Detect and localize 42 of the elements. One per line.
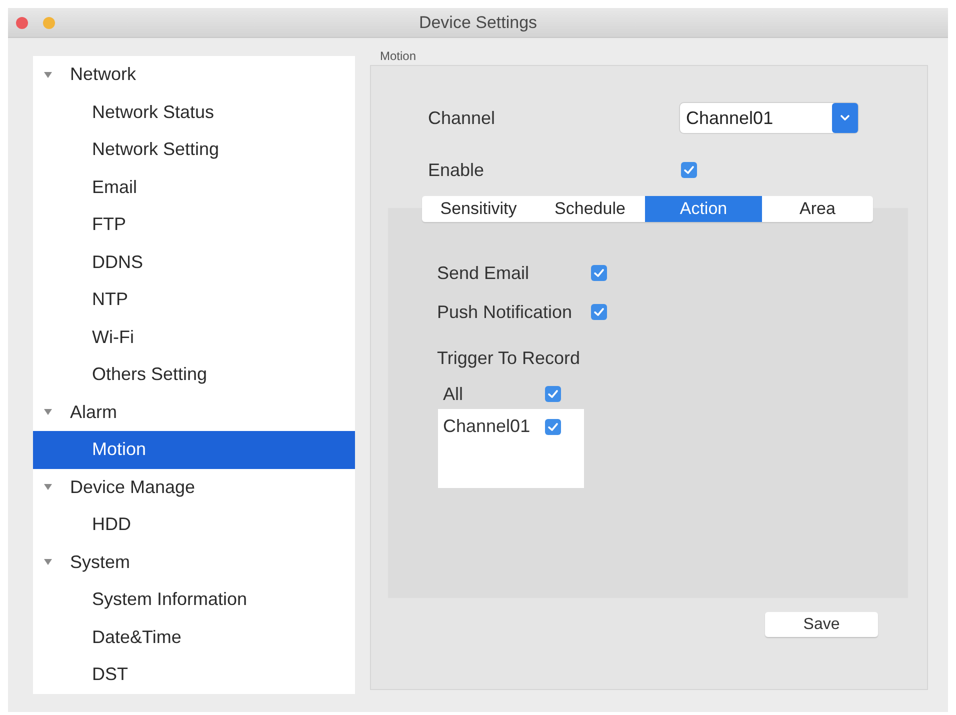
checkbox[interactable]	[545, 386, 561, 402]
tab[interactable]: Area	[762, 196, 873, 222]
tree-item[interactable]: FTP	[33, 206, 355, 244]
tree-item[interactable]: System	[33, 544, 355, 581]
close-icon[interactable]	[16, 16, 28, 28]
checkbox[interactable]	[681, 162, 697, 178]
disclosure-triangle-icon[interactable]	[44, 558, 52, 566]
tree-item[interactable]: Device Manage	[33, 468, 355, 506]
tree-item[interactable]: Motion	[33, 431, 355, 468]
group-title: Motion	[380, 50, 416, 62]
window-title: Device Settings	[418, 12, 538, 32]
disclosure-triangle-icon[interactable]	[44, 408, 52, 416]
tree-item[interactable]: Alarm	[33, 394, 355, 431]
tab[interactable]: Sensitivity	[422, 196, 535, 222]
tree-item[interactable]: Network Status	[33, 94, 355, 131]
tree-item[interactable]: HDD	[33, 506, 355, 544]
disclosure-triangle-icon[interactable]	[44, 483, 52, 492]
checkbox[interactable]	[545, 418, 561, 434]
checkbox[interactable]	[591, 304, 607, 320]
disclosure-triangle-icon[interactable]	[44, 70, 52, 79]
field-label: Channel	[428, 108, 496, 128]
option-label: Send Email	[437, 262, 530, 284]
tab[interactable]: Schedule	[535, 196, 645, 222]
tree-item[interactable]: System Information	[33, 581, 355, 618]
field-label: Enable	[428, 160, 486, 180]
tree-item[interactable]: Others Setting	[33, 356, 355, 394]
option-label: Push Notification	[437, 302, 574, 322]
save-button[interactable]: Save	[765, 612, 878, 637]
tree-item[interactable]: DST	[33, 656, 355, 694]
option-label: All	[443, 384, 464, 404]
tree-item[interactable]: Date&Time	[33, 618, 355, 656]
tab[interactable]: Action	[645, 196, 762, 222]
tree-item[interactable]: Wi-Fi	[33, 318, 355, 356]
checkbox[interactable]	[591, 265, 607, 281]
channel-label: Channel01	[443, 416, 532, 437]
tree-item[interactable]: Network	[33, 56, 355, 94]
tree-item[interactable]: DDNS	[33, 244, 355, 281]
channel-dropdown[interactable]: Channel01	[680, 103, 858, 133]
tree-item[interactable]: Email	[33, 168, 355, 206]
tree-item[interactable]: NTP	[33, 281, 355, 318]
section-label: Trigger To Record	[437, 349, 580, 367]
tree-item[interactable]: Network Setting	[33, 131, 355, 168]
